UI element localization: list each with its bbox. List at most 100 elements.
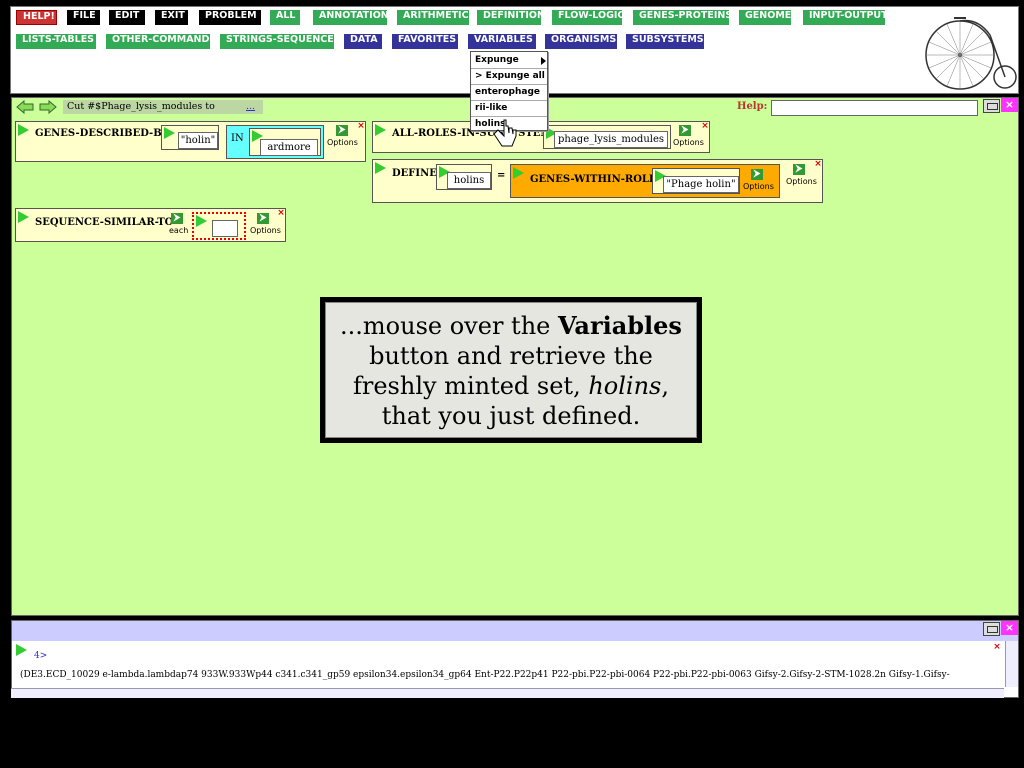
run-flag-icon[interactable] <box>18 211 29 223</box>
menu-button-arithmetic[interactable]: ARITHMETIC <box>397 10 469 25</box>
results-header <box>12 621 1018 641</box>
close-button[interactable]: × <box>1001 621 1018 635</box>
empty-arg-container <box>192 212 246 240</box>
genes-within-role-block[interactable]: GENES-WITHIN-ROLE "Phage holin" ⮞ Option… <box>510 164 780 198</box>
menu-button-strings-sequences[interactable]: STRINGS-SEQUENCES <box>220 34 341 49</box>
block-label: SEQUENCE-SIMILAR-TO <box>35 217 174 228</box>
cut-more-link[interactable]: ... <box>246 100 266 114</box>
close-button[interactable]: × <box>1001 98 1018 112</box>
menu-button-definition[interactable]: DEFINITION <box>477 10 545 25</box>
cut-status: Cut #$Phage_lysis_modules to <box>63 100 263 114</box>
instruction-part1: ...mouse over the <box>340 312 558 340</box>
menu-button-exit[interactable]: EXIT <box>155 10 188 25</box>
submenu-arrow-icon <box>541 57 546 65</box>
arg-organism[interactable]: ardmore <box>260 139 318 156</box>
menu-button-file[interactable]: FILE <box>67 10 100 25</box>
instruction-text: ...mouse over the Variables button and r… <box>325 302 697 438</box>
help-label: Help: <box>737 101 768 112</box>
delete-block-icon[interactable]: × <box>357 122 365 131</box>
menu-button-flow-logic[interactable]: FLOW-LOGIC <box>552 10 624 25</box>
dropdown-item-enterophage[interactable]: enterophage <box>475 87 540 97</box>
each-go-icon[interactable]: ⮞ <box>171 213 183 224</box>
arg-subsystem[interactable]: phage_lysis_modules <box>554 131 668 148</box>
help-input[interactable] <box>771 100 978 116</box>
menu-button-genome[interactable]: GENOME <box>739 10 791 25</box>
block-label: DEFINE <box>392 168 437 179</box>
in-label: IN <box>231 133 244 144</box>
equals-sign: = <box>497 170 506 181</box>
options-go-icon[interactable]: ⮞ <box>793 164 805 175</box>
menu-button-help[interactable]: HELP! <box>16 10 57 25</box>
delete-result-icon[interactable]: × <box>993 643 1001 652</box>
menu-button-variables[interactable]: VARIABLES <box>468 34 536 49</box>
run-flag-icon[interactable] <box>16 644 27 656</box>
run-flag-icon[interactable] <box>375 124 386 136</box>
arg-container: phage_lysis_modules <box>543 125 671 149</box>
menu-button-data[interactable]: DATA <box>344 34 382 49</box>
menu-button-organisms[interactable]: ORGANISMS <box>545 34 617 49</box>
vertical-scrollbar[interactable] <box>1005 641 1018 687</box>
block-label: GENES-WITHIN-ROLE <box>530 174 657 185</box>
options-go-icon[interactable]: ⮞ <box>679 125 691 136</box>
result-index: 4> <box>34 651 48 661</box>
penny-farthing-logo <box>925 17 1017 90</box>
instruction-box: ...mouse over the Variables button and r… <box>320 297 702 443</box>
minimize-button[interactable] <box>983 99 1000 113</box>
run-flag-icon[interactable] <box>164 127 175 139</box>
arg-role[interactable]: "Phage holin" <box>663 176 739 193</box>
in-container: IN ardmore <box>226 125 324 159</box>
options-go-icon[interactable]: ⮞ <box>257 213 269 224</box>
arg-container: "holin" <box>161 125 219 150</box>
options-link[interactable]: Options <box>327 138 358 147</box>
sequence-similar-to-block[interactable]: SEQUENCE-SIMILAR-TO ⮞ each ⮞ Options × <box>15 208 286 242</box>
var-name[interactable]: holins <box>447 172 491 189</box>
dropdown-divider <box>471 84 547 85</box>
dropdown-divider <box>471 100 547 101</box>
dropdown-item-rii-like[interactable]: rii-like <box>475 103 507 113</box>
options-link[interactable]: Options <box>250 226 281 235</box>
arg-holin[interactable]: "holin" <box>178 132 218 149</box>
delete-block-icon[interactable]: × <box>701 122 709 131</box>
menu-button-input-output[interactable]: INPUT-OUTPUT <box>803 10 888 25</box>
instruction-bold: Variables <box>557 311 682 340</box>
options-link[interactable]: Options <box>786 177 817 186</box>
each-link[interactable]: each <box>169 226 188 235</box>
organism-container: ardmore <box>249 128 321 156</box>
block-label: GENES-DESCRIBED-BY <box>35 128 169 139</box>
instruction-italic: holins <box>588 372 662 400</box>
options-go-icon[interactable]: ⮞ <box>336 125 348 136</box>
menu-button-annotation[interactable]: ANNOTATION <box>313 10 389 25</box>
delete-block-icon[interactable]: × <box>814 160 822 169</box>
menu-button-other-commands[interactable]: OTHER-COMMANDS <box>106 34 216 49</box>
arg-container: "Phage holin" <box>652 168 740 194</box>
menu-button-problem[interactable]: PROBLEM <box>199 10 261 25</box>
menu-button-all[interactable]: ALL <box>270 10 300 25</box>
genes-described-by-block[interactable]: GENES-DESCRIBED-BY "holin" IN ardmore ⮞ … <box>15 121 366 162</box>
options-go-icon[interactable]: ⮞ <box>751 169 763 180</box>
run-flag-icon[interactable] <box>18 124 29 136</box>
run-flag-icon[interactable] <box>513 167 524 179</box>
empty-arg-slot[interactable] <box>212 220 238 237</box>
minimize-button[interactable] <box>983 622 1000 636</box>
forward-arrow-icon[interactable] <box>39 100 57 114</box>
menu-button-favorites[interactable]: FAVORITES <box>392 34 458 49</box>
var-container: holins <box>436 164 492 190</box>
menu-button-edit[interactable]: EDIT <box>109 10 145 25</box>
back-arrow-icon[interactable] <box>16 100 34 114</box>
options-link[interactable]: Options <box>743 182 774 191</box>
run-flag-icon[interactable] <box>196 215 207 227</box>
dropdown-item-expunge[interactable]: Expunge <box>475 55 519 65</box>
horizontal-scrollbar[interactable] <box>11 688 1004 698</box>
menu-button-subsystems[interactable]: SUBSYSTEMS <box>626 34 704 49</box>
menu-button-genes-proteins[interactable]: GENES-PROTEINS <box>633 10 732 25</box>
mouse-cursor-icon <box>493 119 517 147</box>
result-text: (DE3.ECD_10029 e-lambda.lambdap74 933W.9… <box>20 670 950 680</box>
dropdown-divider <box>471 116 547 117</box>
run-flag-icon[interactable] <box>375 162 386 174</box>
define-block[interactable]: DEFINE holins = GENES-WITHIN-ROLE "Phage… <box>372 159 823 203</box>
menu-button-lists-tables[interactable]: LISTS-TABLES <box>16 34 96 49</box>
dropdown-item-expunge-all[interactable]: > Expunge all <box>475 71 545 81</box>
options-link[interactable]: Options <box>673 138 704 147</box>
dropdown-divider <box>471 68 547 69</box>
delete-block-icon[interactable]: × <box>277 209 285 218</box>
